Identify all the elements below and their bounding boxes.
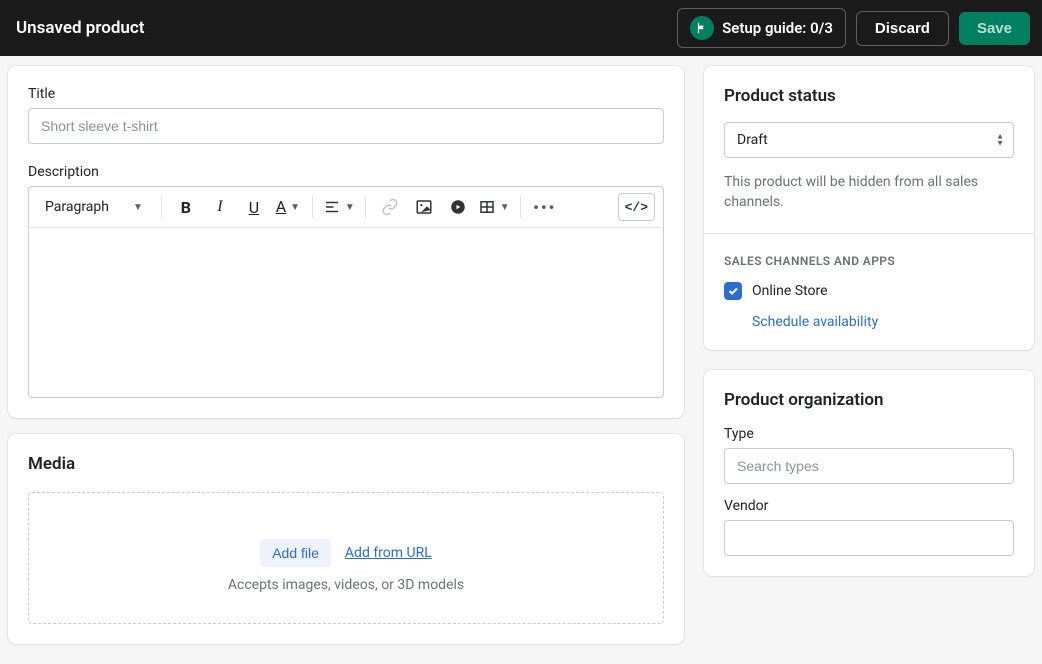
main-column: Title Description Paragraph ▼ B I U A ▼ [8, 66, 684, 644]
toolbar-separator [520, 196, 521, 218]
vendor-label: Vendor [724, 498, 1014, 514]
title-label: Title [28, 86, 664, 102]
chevron-down-icon: ▼ [500, 202, 510, 213]
divider [704, 233, 1034, 234]
chevron-down-icon: ▼ [345, 202, 355, 213]
online-store-row: Online Store [724, 282, 1014, 300]
page-body: Title Description Paragraph ▼ B I U A ▼ [0, 56, 1042, 664]
bold-button[interactable]: B [172, 193, 200, 221]
side-column: Product status Draft ▲▼ This product wil… [704, 66, 1034, 644]
product-status-select[interactable]: Draft [724, 122, 1014, 158]
setup-guide-label: Setup guide: 0/3 [722, 19, 833, 37]
align-button[interactable]: ▼ [323, 193, 355, 221]
flag-icon [690, 16, 714, 40]
media-hint: Accepts images, videos, or 3D models [49, 577, 643, 593]
image-button[interactable] [410, 193, 438, 221]
html-view-button[interactable]: </> [618, 193, 655, 221]
save-button[interactable]: Save [959, 12, 1030, 45]
product-organization-card: Product organization Type Vendor [704, 370, 1034, 576]
text-color-button[interactable]: A ▼ [274, 193, 302, 221]
video-button[interactable] [444, 193, 472, 221]
paragraph-style-dropdown[interactable]: Paragraph ▼ [37, 195, 151, 219]
discard-button[interactable]: Discard [856, 11, 949, 46]
product-status-card: Product status Draft ▲▼ This product wil… [704, 66, 1034, 350]
page-title: Unsaved product [12, 18, 144, 38]
description-label: Description [28, 164, 664, 180]
top-bar: Unsaved product Setup guide: 0/3 Discard… [0, 0, 1042, 56]
link-button [376, 193, 404, 221]
add-from-url-link[interactable]: Add from URL [345, 545, 432, 561]
toolbar-separator [161, 196, 162, 218]
schedule-availability-link[interactable]: Schedule availability [752, 314, 878, 330]
product-status-help: This product will be hidden from all sal… [724, 172, 1014, 213]
online-store-checkbox[interactable] [724, 282, 742, 300]
more-button[interactable]: ••• [531, 193, 559, 221]
media-heading: Media [28, 454, 664, 474]
media-dropzone[interactable]: Add file Add from URL Accepts images, vi… [28, 492, 664, 624]
top-bar-actions: Setup guide: 0/3 Discard Save [677, 8, 1030, 48]
chevron-down-icon: ▼ [133, 202, 143, 213]
online-store-label: Online Store [752, 283, 828, 299]
vendor-input[interactable] [724, 520, 1014, 556]
italic-button[interactable]: I [206, 193, 234, 221]
title-description-card: Title Description Paragraph ▼ B I U A ▼ [8, 66, 684, 418]
paragraph-style-label: Paragraph [45, 199, 109, 215]
underline-button[interactable]: U [240, 193, 268, 221]
media-card: Media Add file Add from URL Accepts imag… [8, 434, 684, 644]
editor-toolbar: Paragraph ▼ B I U A ▼ ▼ [28, 186, 664, 228]
sales-channels-subhead: SALES CHANNELS AND APPS [724, 254, 1014, 268]
product-status-heading: Product status [724, 86, 1014, 106]
product-organization-heading: Product organization [724, 390, 1014, 410]
add-file-button[interactable]: Add file [260, 539, 331, 567]
toolbar-separator [365, 196, 366, 218]
setup-guide-button[interactable]: Setup guide: 0/3 [677, 8, 846, 48]
type-input[interactable] [724, 448, 1014, 484]
type-label: Type [724, 426, 1014, 442]
chevron-down-icon: ▼ [290, 202, 300, 213]
table-button[interactable]: ▼ [478, 193, 510, 221]
description-editor[interactable] [28, 228, 664, 398]
toolbar-separator [312, 196, 313, 218]
title-input[interactable] [28, 108, 664, 144]
